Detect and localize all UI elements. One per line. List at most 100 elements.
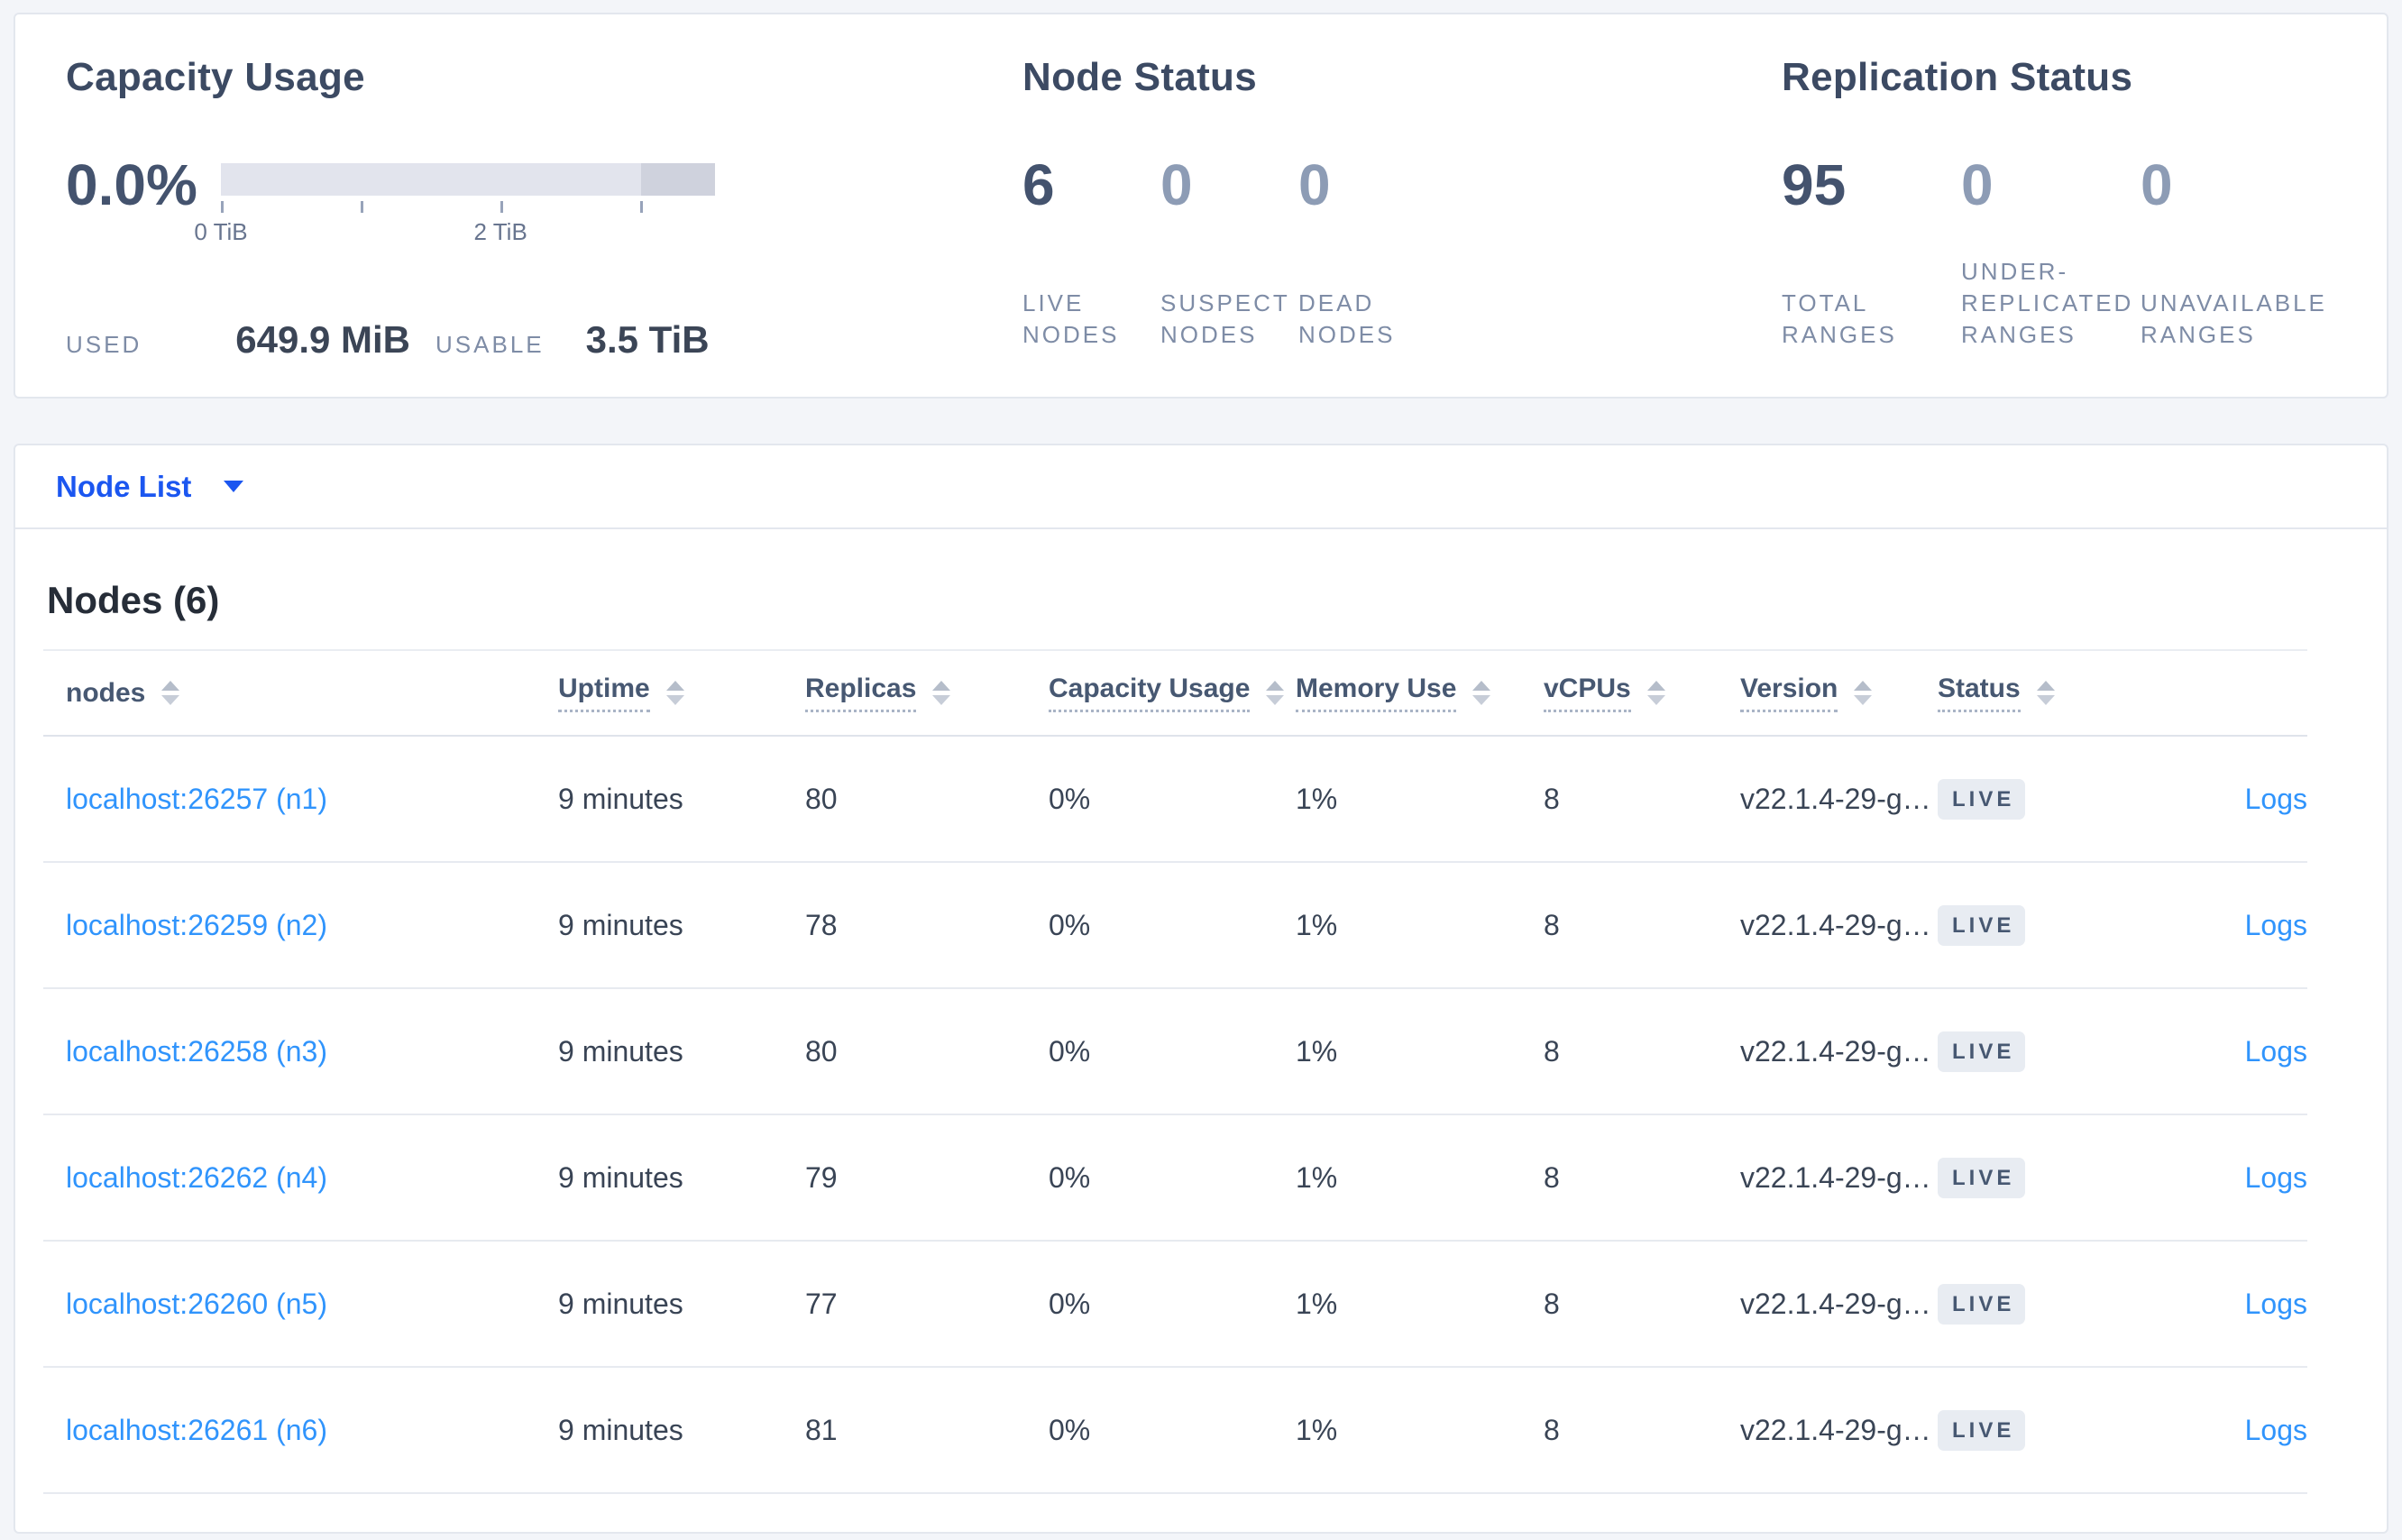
table-row: localhost:26259 (n2) 9 minutes 78 0% 1% 8 v22.… (43, 863, 2307, 989)
cell-node: localhost:26261 (n6) (43, 1414, 558, 1447)
cell-logs: Logs (2150, 783, 2307, 816)
column-header-status[interactable]: Status (1938, 674, 2150, 712)
logs-link[interactable]: Logs (2245, 1288, 2307, 1321)
cell-memory: 1% (1296, 1160, 1338, 1194)
axis-tick (640, 201, 644, 213)
column-header-memory[interactable]: Memory Use (1296, 674, 1544, 712)
capacity-usage-section: Capacity Usage 0.0% 0 TiB 2 TiB USED 649… (66, 55, 1022, 397)
node-link[interactable]: localhost:26262 (n4) (66, 1161, 327, 1195)
node-link[interactable]: localhost:26258 (n3) (66, 1035, 327, 1068)
cell-uptime: 9 minutes (558, 782, 683, 815)
cell-uptime: 9 minutes (558, 1287, 683, 1320)
cluster-summary-card: Capacity Usage 0.0% 0 TiB 2 TiB USED 649… (14, 13, 2388, 399)
cell-uptime: 9 minutes (558, 1160, 683, 1194)
cell-status: LIVE (1938, 1031, 2150, 1072)
view-selector-dropdown[interactable]: Node List (56, 470, 191, 504)
sort-icon (665, 681, 684, 705)
stat-unavailable-ranges: 0 UNAVAILABLE RANGES (2141, 156, 2327, 351)
stat-value: 95 (1782, 152, 1847, 217)
cell-status: LIVE (1938, 778, 2150, 820)
cell-node: localhost:26262 (n4) (43, 1161, 558, 1195)
node-link[interactable]: localhost:26261 (n6) (66, 1414, 327, 1447)
column-header-label: Uptime (558, 674, 650, 712)
cell-uptime: 9 minutes (558, 1034, 683, 1068)
cell-vcpus: 8 (1544, 908, 1560, 941)
cell-uptime: 9 minutes (558, 908, 683, 941)
cell-capacity: 0% (1049, 908, 1091, 941)
node-status-title: Node Status (1022, 55, 1257, 99)
axis-tick (221, 201, 224, 213)
table-row: localhost:26261 (n6) 9 minutes 81 0% 1% 8 v22.… (43, 1368, 2307, 1494)
capacity-axis-ticks (221, 201, 715, 213)
used-value: 649.9 MiB (235, 318, 411, 361)
capacity-usage-title: Capacity Usage (66, 55, 365, 99)
stat-label: UNAVAILABLE RANGES (2141, 289, 2327, 348)
cell-uptime: 9 minutes (558, 1413, 683, 1446)
cell-replicas: 77 (805, 1287, 838, 1320)
axis-tick (361, 201, 364, 213)
cell-node: localhost:26258 (n3) (43, 1035, 558, 1068)
stat-value: 6 (1022, 152, 1055, 217)
table-row: localhost:26257 (n1) 9 minutes 80 0% 1% 8 v22.… (43, 737, 2307, 863)
stat-dead-nodes: 0 DEAD NODES (1298, 152, 1436, 351)
usable-label: USABLE (435, 331, 545, 358)
cell-status: LIVE (1938, 1283, 2150, 1325)
nodes-table-title: Nodes (6) (47, 579, 220, 621)
column-header-node[interactable]: nodes (43, 678, 558, 709)
stat-label: UNDER- REPLICATED RANGES (1961, 258, 2134, 348)
node-link[interactable]: localhost:26257 (n1) (66, 783, 327, 816)
column-header-version[interactable]: Version (1740, 674, 1938, 712)
column-header-uptime[interactable]: Uptime (558, 674, 805, 712)
cell-vcpus: 8 (1544, 782, 1560, 815)
logs-link[interactable]: Logs (2245, 909, 2307, 942)
column-header-label: Memory Use (1296, 674, 1457, 712)
cell-version: v22.1.4-29-g… (1740, 782, 1931, 815)
cell-status: LIVE (1938, 1157, 2150, 1198)
cell-logs: Logs (2150, 1161, 2307, 1195)
column-header-label: Replicas (805, 674, 917, 712)
cell-capacity: 0% (1049, 1160, 1091, 1194)
cell-status: LIVE (1938, 1409, 2150, 1451)
capacity-gauge: 0.0% 0 TiB 2 TiB (66, 156, 1022, 245)
used-label: USED (66, 331, 142, 358)
sort-icon (1266, 681, 1285, 705)
node-link[interactable]: localhost:26260 (n5) (66, 1288, 327, 1321)
sort-icon (932, 681, 951, 705)
cell-replicas: 81 (805, 1413, 838, 1446)
cell-vcpus: 8 (1544, 1413, 1560, 1446)
cell-replicas: 78 (805, 908, 838, 941)
table-row: localhost:26262 (n4) 9 minutes 79 0% 1% 8 v22.… (43, 1115, 2307, 1242)
replication-status-stats: 95 TOTAL RANGES 0 UNDER- REPLICATED RANGES 0 UNA… (1782, 152, 2351, 351)
status-badge: LIVE (1938, 1157, 2026, 1198)
column-header-replicas[interactable]: Replicas (805, 674, 1049, 712)
logs-link[interactable]: Logs (2245, 783, 2307, 816)
node-link[interactable]: localhost:26259 (n2) (66, 909, 327, 942)
cell-vcpus: 8 (1544, 1287, 1560, 1320)
cell-logs: Logs (2150, 909, 2307, 942)
stat-value: 0 (1298, 152, 1331, 217)
logs-link[interactable]: Logs (2245, 1161, 2307, 1195)
cell-capacity: 0% (1049, 1287, 1091, 1320)
capacity-bar-segment (640, 163, 715, 196)
cell-memory: 1% (1296, 782, 1338, 815)
cell-memory: 1% (1296, 1287, 1338, 1320)
column-header-capacity[interactable]: Capacity Usage (1049, 674, 1296, 712)
column-header-vcpus[interactable]: vCPUs (1544, 674, 1740, 712)
logs-link[interactable]: Logs (2245, 1035, 2307, 1068)
status-badge: LIVE (1938, 778, 2026, 820)
stat-label: TOTAL RANGES (1782, 289, 1897, 348)
cell-replicas: 80 (805, 782, 838, 815)
chevron-down-icon[interactable] (224, 481, 244, 492)
column-header-label: Status (1938, 674, 2021, 712)
logs-link[interactable]: Logs (2245, 1414, 2307, 1447)
axis-tick (500, 201, 504, 213)
replication-status-section: Replication Status 95 TOTAL RANGES 0 UNDER- R… (1782, 55, 2351, 397)
cell-replicas: 79 (805, 1160, 838, 1194)
usable-value: 3.5 TiB (585, 318, 710, 361)
view-selector-bar: Node List (15, 445, 2387, 529)
stat-label: LIVE NODES (1022, 289, 1120, 348)
stat-under-replicated-ranges: 0 UNDER- REPLICATED RANGES (1961, 156, 2141, 351)
sort-icon (1472, 681, 1491, 705)
replication-status-title: Replication Status (1782, 55, 2133, 99)
cell-capacity: 0% (1049, 782, 1091, 815)
